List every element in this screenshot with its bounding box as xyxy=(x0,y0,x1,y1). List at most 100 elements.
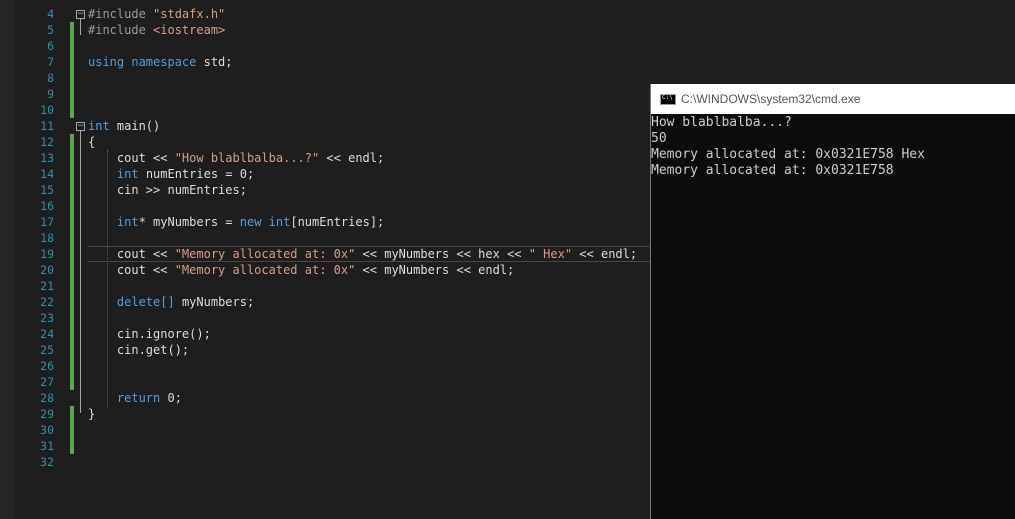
code-token: cout << xyxy=(88,247,175,261)
code-token: myNumbers; xyxy=(181,295,255,309)
code-token: using xyxy=(88,55,132,69)
code-line[interactable] xyxy=(88,278,637,294)
code-line[interactable]: cout << "Memory allocated at: 0x" << myN… xyxy=(88,246,637,262)
console-line: 50 xyxy=(651,131,667,146)
code-line[interactable] xyxy=(88,438,637,454)
code-line[interactable]: cin.get(); xyxy=(88,342,637,358)
code-token: cin >> numEntries; xyxy=(88,183,247,197)
line-number: 10 xyxy=(40,103,54,117)
code-token: new xyxy=(239,215,269,229)
line-number: 18 xyxy=(40,231,54,245)
line-number: 32 xyxy=(40,455,54,469)
change-bar xyxy=(70,22,74,118)
code-token: delete xyxy=(116,295,161,309)
change-bar xyxy=(70,134,74,390)
code-token: cin.get(); xyxy=(88,343,190,357)
line-number: 28 xyxy=(40,391,54,405)
code-line[interactable]: using namespace std; xyxy=(88,54,637,70)
code-line[interactable]: delete[] myNumbers; xyxy=(88,294,637,310)
code-line[interactable]: cin.ignore(); xyxy=(88,326,637,342)
code-line[interactable]: #include <iostream> xyxy=(88,22,637,38)
console-titlebar[interactable]: C:\WINDOWS\system32\cmd.exe xyxy=(651,84,1015,114)
code-token: " Hex" xyxy=(528,247,573,261)
code-token: { xyxy=(88,135,96,149)
console-line: Memory allocated at: 0x0321E758 Hex xyxy=(651,147,925,162)
code-line[interactable]: #include "stdafx.h" xyxy=(88,6,637,22)
fold-toggle-icon[interactable]: − xyxy=(76,122,85,131)
code-line[interactable] xyxy=(88,102,637,118)
code-line[interactable] xyxy=(88,422,637,438)
code-token: std; xyxy=(203,55,233,69)
line-number: 20 xyxy=(40,263,54,277)
line-number: 19 xyxy=(40,247,54,261)
line-number: 22 xyxy=(40,295,54,309)
console-line: Memory allocated at: 0x0321E758 xyxy=(651,163,894,178)
code-lines[interactable]: #include "stdafx.h" #include <iostream> u… xyxy=(88,6,637,470)
code-token: << myNumbers << hex << xyxy=(355,247,529,261)
code-token: } xyxy=(88,407,96,421)
code-token: "Memory allocated at: 0x" xyxy=(174,247,356,261)
code-line[interactable] xyxy=(88,310,637,326)
code-line[interactable] xyxy=(88,358,637,374)
line-number: 14 xyxy=(40,167,54,181)
code-token: <iostream> xyxy=(153,23,226,37)
code-token: int xyxy=(116,167,146,181)
line-number: 7 xyxy=(47,55,54,69)
code-line[interactable] xyxy=(88,230,637,246)
code-token: << endl; xyxy=(572,247,638,261)
code-token: [numEntries]; xyxy=(290,215,385,229)
code-line[interactable]: int main() xyxy=(88,118,637,134)
line-number: 16 xyxy=(40,199,54,213)
line-number: 13 xyxy=(40,151,54,165)
code-line[interactable]: return 0; xyxy=(88,390,637,406)
code-line[interactable]: { xyxy=(88,134,637,150)
line-number: 26 xyxy=(40,359,54,373)
line-number: 4 xyxy=(47,7,54,21)
code-token: << myNumbers << endl; xyxy=(355,263,515,277)
code-line[interactable] xyxy=(88,198,637,214)
line-number: 9 xyxy=(47,87,54,101)
code-token: cout << xyxy=(88,151,175,165)
code-token: "How blablbalba...?" xyxy=(174,151,320,165)
code-line[interactable]: cout << "How blablbalba...?" << endl; xyxy=(88,150,637,166)
line-number: 11 xyxy=(40,119,54,133)
left-strip xyxy=(0,0,14,519)
code-token: namespace xyxy=(131,55,204,69)
code-token: [] xyxy=(160,295,182,309)
code-token: return xyxy=(116,391,168,405)
console-output: How blablbalba...? 50 Memory allocated at:… xyxy=(651,115,1015,179)
code-token: "stdafx.h" xyxy=(153,7,226,21)
fold-line xyxy=(80,19,81,35)
code-token: main() xyxy=(116,119,161,133)
code-token: #include xyxy=(88,7,154,21)
line-number: 23 xyxy=(40,311,54,325)
line-number: 30 xyxy=(40,423,54,437)
code-line[interactable]: } xyxy=(88,406,637,422)
code-line[interactable] xyxy=(88,38,637,54)
cmd-icon xyxy=(660,93,676,105)
code-line[interactable]: cout << "Memory allocated at: 0x" << myN… xyxy=(88,262,637,278)
code-token: 0; xyxy=(167,391,182,405)
console-title: C:\WINDOWS\system32\cmd.exe xyxy=(681,92,861,106)
code-line[interactable] xyxy=(88,374,637,390)
line-number: 12 xyxy=(40,135,54,149)
line-number: 27 xyxy=(40,375,54,389)
fold-toggle-icon[interactable]: − xyxy=(76,10,85,19)
code-token: #include xyxy=(88,23,154,37)
code-line[interactable]: int numEntries = 0; xyxy=(88,166,637,182)
code-token: cin.ignore(); xyxy=(88,327,211,341)
console-window[interactable]: C:\WINDOWS\system32\cmd.exe How blablbal… xyxy=(650,84,1015,519)
code-line[interactable] xyxy=(88,454,637,470)
code-token: cout << xyxy=(88,263,175,277)
code-token: * myNumbers = xyxy=(138,215,240,229)
code-token: numEntries = 0; xyxy=(145,167,255,181)
code-line[interactable]: int* myNumbers = new int[numEntries]; xyxy=(88,214,637,230)
code-line[interactable] xyxy=(88,70,637,86)
code-line[interactable] xyxy=(88,86,637,102)
console-line: How blablbalba...? xyxy=(651,115,792,130)
line-number: 6 xyxy=(47,39,54,53)
code-line[interactable]: cin >> numEntries; xyxy=(88,182,637,198)
line-number: 29 xyxy=(40,407,54,421)
